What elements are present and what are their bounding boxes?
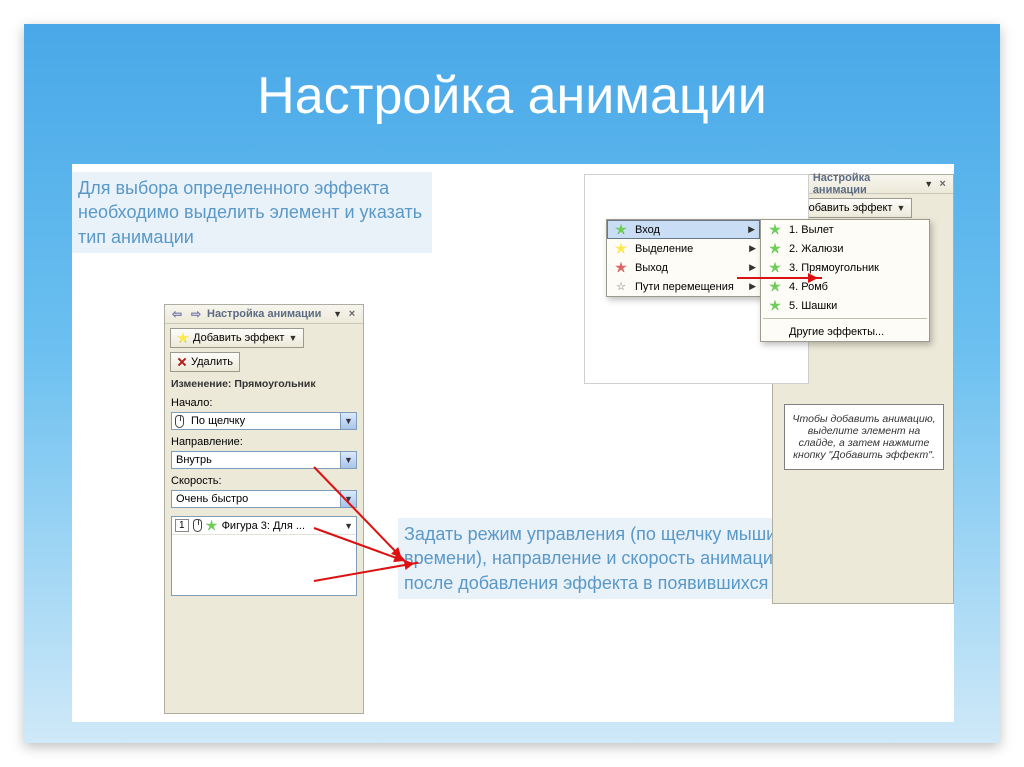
panel-title: Настройка анимации	[207, 308, 321, 320]
item-label: Фигура 3: Для ...	[222, 520, 305, 532]
speed-combo[interactable]: Очень быстро ▼	[171, 490, 357, 508]
star-icon	[177, 332, 189, 344]
menu-label: Выделение	[635, 243, 693, 255]
panel-menu-icon[interactable]: ▼	[333, 309, 342, 319]
menu-label: 2. Жалюзи	[789, 243, 843, 255]
direction-combo[interactable]: Внутрь ▼	[171, 451, 357, 469]
star-icon	[615, 262, 627, 274]
star-icon	[769, 281, 781, 293]
menu-item-motion-path[interactable]: ☆ Пути перемещения ▶	[607, 277, 760, 296]
submenu-item-blinds[interactable]: 2. Жалюзи	[761, 239, 929, 258]
submenu-item-diamond[interactable]: 4. Ромб	[761, 277, 929, 296]
submenu-item-box[interactable]: 3. Прямоугольник	[761, 258, 929, 277]
slide-title: Настройка анимации	[24, 66, 1000, 126]
panel-menu-icon[interactable]: ▼	[924, 179, 933, 189]
star-icon	[206, 520, 218, 532]
add-effect-label: Добавить эффект	[193, 332, 284, 344]
delete-icon	[177, 357, 187, 367]
hint-text-box: Чтобы добавить анимацию, выделите элемен…	[784, 404, 944, 470]
chevron-down-icon: ▼	[288, 333, 297, 343]
effect-category-menu: Вход ▶ Выделение ▶ Выход ▶ ☆ Пути переме…	[606, 219, 761, 297]
delete-label: Удалить	[191, 356, 233, 368]
chevron-down-icon[interactable]: ▼	[340, 452, 356, 468]
close-icon[interactable]: ×	[345, 308, 359, 320]
chevron-down-icon[interactable]: ▼	[340, 413, 356, 429]
star-icon	[615, 224, 627, 236]
speed-value: Очень быстро	[172, 493, 340, 505]
close-icon[interactable]: ×	[936, 178, 949, 190]
panel-title: Настройка анимации	[813, 172, 918, 196]
item-index: 1	[175, 519, 189, 532]
menu-label: Выход	[635, 262, 668, 274]
menu-label: 1. Вылет	[789, 224, 834, 236]
chevron-down-icon[interactable]: ▼	[344, 521, 353, 531]
menu-separator	[763, 318, 927, 319]
submenu-arrow-icon: ▶	[749, 262, 756, 273]
effects-list[interactable]: 1 Фигура 3: Для ... ▼	[171, 516, 357, 596]
entry-effects-submenu: 1. Вылет 2. Жалюзи 3. Прямоугольник 4. Р…	[760, 219, 930, 342]
submenu-item-fly-in[interactable]: 1. Вылет	[761, 220, 929, 239]
submenu-arrow-icon: ▶	[749, 243, 756, 254]
star-icon	[769, 262, 781, 274]
animation-panel-left: ⇦ ⇨ Настройка анимации ▼ × Добавить эффе…	[164, 304, 364, 714]
path-icon: ☆	[616, 280, 626, 293]
start-value: По щелчку	[187, 415, 340, 427]
nav-fwd-icon[interactable]: ⇨	[188, 306, 204, 322]
note-box-select-effect: Для выбора определенного эффекта необход…	[72, 172, 432, 253]
add-effect-label: Добавить эффект	[801, 202, 892, 214]
submenu-arrow-icon: ▶	[749, 281, 756, 292]
menu-item-exit[interactable]: Выход ▶	[607, 258, 760, 277]
menu-label: Вход	[635, 224, 660, 236]
menu-item-emphasis[interactable]: Выделение ▶	[607, 239, 760, 258]
menu-item-entry[interactable]: Вход ▶	[607, 220, 760, 239]
chevron-down-icon: ▼	[896, 203, 905, 213]
star-icon	[769, 243, 781, 255]
menu-label: 3. Прямоугольник	[789, 262, 879, 274]
start-label: Начало:	[165, 391, 363, 410]
direction-label: Направление:	[165, 430, 363, 449]
star-icon	[769, 224, 781, 236]
submenu-item-checkerboard[interactable]: 5. Шашки	[761, 296, 929, 315]
panel-header: ⇦ ⇨ Настройка анимации ▼ ×	[165, 305, 363, 324]
menu-label: Другие эффекты...	[789, 326, 884, 338]
arrow-annotation	[737, 277, 822, 279]
star-icon	[769, 300, 781, 312]
add-effect-button[interactable]: Добавить эффект ▼	[170, 328, 304, 348]
nav-back-icon[interactable]: ⇦	[169, 306, 185, 322]
presentation-slide: Настройка анимации Для выбора определенн…	[24, 24, 1000, 743]
star-icon	[615, 243, 627, 255]
change-section-label: Изменение: Прямоугольник	[165, 372, 363, 391]
submenu-item-more-effects[interactable]: Другие эффекты...	[761, 322, 929, 341]
mouse-icon	[193, 519, 202, 532]
menu-label: Пути перемещения	[635, 281, 734, 293]
delete-button[interactable]: Удалить	[170, 352, 240, 372]
start-combo[interactable]: По щелчку ▼	[171, 412, 357, 430]
mouse-icon	[175, 415, 184, 428]
menu-label: 5. Шашки	[789, 300, 837, 312]
submenu-arrow-icon: ▶	[748, 224, 755, 235]
direction-value: Внутрь	[172, 454, 340, 466]
